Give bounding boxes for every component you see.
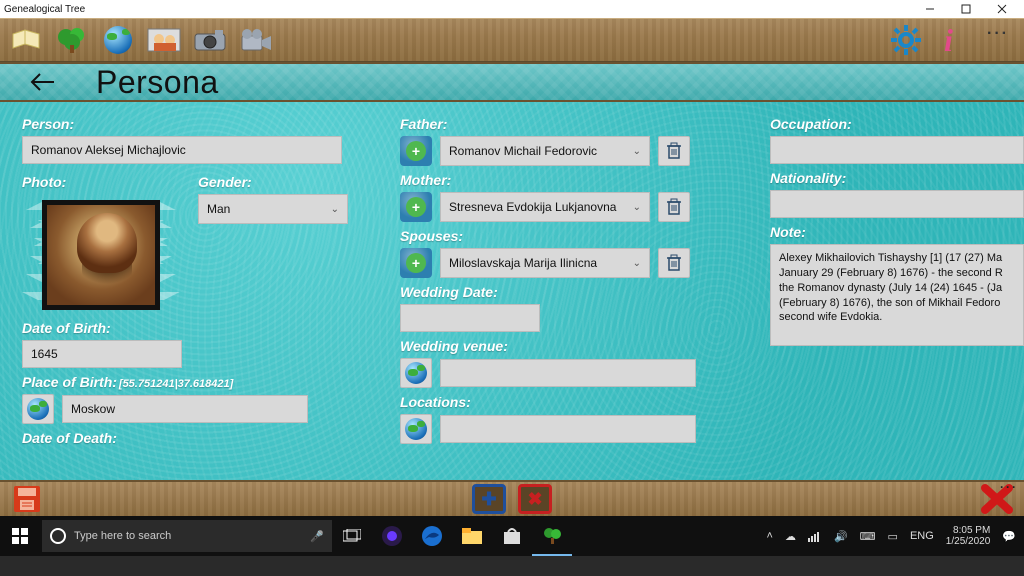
mother-select[interactable]: Stresneva Evdokija Lukjanovna ⌄	[440, 192, 650, 222]
main-toolbar: i ···	[0, 18, 1024, 62]
pob-coords: [55.751241|37.618421]	[119, 378, 233, 390]
tree-icon[interactable]	[52, 23, 92, 57]
chevron-down-icon: ⌄	[633, 146, 641, 157]
note-field[interactable]: Alexey Mikhailovich Tishayshy [1] (17 (2…	[770, 244, 1024, 346]
close-button[interactable]	[984, 4, 1020, 14]
delete-mother-button[interactable]	[658, 192, 690, 222]
minimize-button[interactable]	[912, 4, 948, 14]
tray-notifications-icon[interactable]: 💬	[1002, 530, 1016, 543]
window-titlebar: Genealogical Tree	[0, 0, 1024, 18]
content-area: Person: Romanov Aleksej Michajlovic Phot…	[0, 102, 1024, 480]
save-button[interactable]	[10, 484, 44, 514]
delete-record-button[interactable]: ✖	[518, 484, 552, 514]
page-header: Persona	[0, 62, 1024, 102]
footer-toolbar: ✚ ✖ ···	[0, 480, 1024, 516]
gender-label: Gender:	[198, 174, 362, 190]
dob-field[interactable]: 1645	[22, 340, 182, 368]
chevron-down-icon: ⌄	[633, 258, 641, 269]
person-label: Person:	[22, 116, 362, 132]
chevron-down-icon: ⌄	[633, 202, 641, 213]
locations-label: Locations:	[400, 394, 730, 410]
photo-label: Photo:	[22, 174, 180, 190]
locations-map-button[interactable]	[400, 414, 432, 444]
person-photo[interactable]	[42, 200, 161, 310]
taskbar-app-explorer[interactable]	[452, 516, 492, 556]
tray-battery-icon[interactable]: ▭	[888, 530, 898, 543]
occupation-field[interactable]	[770, 136, 1024, 164]
taskbar-app-firefox[interactable]	[372, 516, 412, 556]
video-icon[interactable]	[236, 23, 276, 57]
search-placeholder: Type here to search	[74, 530, 171, 542]
taskbar-app-genealogy[interactable]	[532, 516, 572, 556]
taskbar-app-edge[interactable]	[412, 516, 452, 556]
wedding-venue-map-button[interactable]	[400, 358, 432, 388]
nationality-label: Nationality:	[770, 170, 1024, 186]
search-icon	[50, 528, 66, 544]
father-value: Romanov Michail Fedorovic	[449, 144, 597, 158]
pob-field[interactable]: Moskow	[62, 395, 308, 423]
spouses-label: Spouses:	[400, 228, 730, 244]
camera-icon[interactable]	[190, 23, 230, 57]
book-icon[interactable]	[6, 23, 46, 57]
tray-clock[interactable]: 8:05 PM 1/25/2020	[946, 525, 991, 547]
tray-keyboard-icon[interactable]: ⌨	[860, 530, 876, 543]
settings-icon[interactable]	[886, 23, 926, 57]
taskbar-search[interactable]: Type here to search 🎤	[42, 520, 332, 552]
pob-map-button[interactable]	[22, 394, 54, 424]
wedding-date-label: Wedding Date:	[400, 284, 730, 300]
father-select[interactable]: Romanov Michail Fedorovic ⌄	[440, 136, 650, 166]
people-icon[interactable]	[144, 23, 184, 57]
father-label: Father:	[400, 116, 730, 132]
dod-label: Date of Death:	[22, 430, 362, 446]
spouse-select[interactable]: Miloslavskaja Marija Ilinicna ⌄	[440, 248, 650, 278]
windows-taskbar: Type here to search 🎤 ˄ ☁ 🔊 ⌨ ▭ ENG 8:05…	[0, 516, 1024, 556]
chevron-down-icon: ⌄	[331, 204, 339, 215]
tray-lang[interactable]: ENG	[910, 530, 934, 542]
tray-chevron-icon[interactable]: ˄	[767, 530, 773, 542]
person-field[interactable]: Romanov Aleksej Michajlovic	[22, 136, 342, 164]
globe-icon[interactable]	[98, 23, 138, 57]
page-title: Persona	[96, 64, 219, 101]
gender-select[interactable]: Man ⌄	[198, 194, 348, 224]
system-tray: ˄ ☁ 🔊 ⌨ ▭ ENG 8:05 PM 1/25/2020 💬	[767, 525, 1024, 547]
tray-time: 8:05 PM	[946, 525, 991, 536]
wedding-venue-field[interactable]	[440, 359, 696, 387]
taskbar-app-store[interactable]	[492, 516, 532, 556]
delete-father-button[interactable]	[658, 136, 690, 166]
wedding-venue-label: Wedding venue:	[400, 338, 730, 354]
locations-field[interactable]	[440, 415, 696, 443]
tray-cloud-icon[interactable]: ☁	[785, 530, 796, 543]
add-father-button[interactable]: +	[400, 136, 432, 166]
spouse-value: Miloslavskaja Marija Ilinicna	[449, 256, 597, 270]
start-button[interactable]	[0, 516, 40, 556]
occupation-label: Occupation:	[770, 116, 1024, 132]
add-mother-button[interactable]: +	[400, 192, 432, 222]
info-icon[interactable]: i	[932, 23, 972, 57]
back-button[interactable]	[28, 72, 56, 92]
mother-value: Stresneva Evdokija Lukjanovna	[449, 200, 616, 214]
add-spouse-button[interactable]: +	[400, 248, 432, 278]
photo-decoration-left	[22, 202, 42, 302]
dob-label: Date of Birth:	[22, 320, 362, 336]
maximize-button[interactable]	[948, 4, 984, 14]
tray-network-icon[interactable]	[808, 530, 822, 542]
mic-icon[interactable]: 🎤	[310, 530, 324, 543]
tray-date: 1/25/2020	[946, 536, 991, 547]
photo-decoration-right	[160, 202, 180, 302]
wedding-date-field[interactable]	[400, 304, 540, 332]
pob-label: Place of Birth:[55.751241|37.618421]	[22, 374, 362, 390]
nationality-field[interactable]	[770, 190, 1024, 218]
tray-volume-icon[interactable]: 🔊	[834, 530, 848, 543]
note-label: Note:	[770, 224, 1024, 240]
gender-value: Man	[207, 202, 230, 216]
task-view-icon[interactable]	[332, 516, 372, 556]
svg-text:i: i	[944, 23, 953, 57]
delete-spouse-button[interactable]	[658, 248, 690, 278]
add-record-button[interactable]: ✚	[472, 484, 506, 514]
window-title: Genealogical Tree	[4, 4, 912, 15]
mother-label: Mother:	[400, 172, 730, 188]
footer-more-icon[interactable]: ···	[1000, 480, 1018, 494]
toolbar-more-icon[interactable]: ···	[978, 23, 1018, 57]
